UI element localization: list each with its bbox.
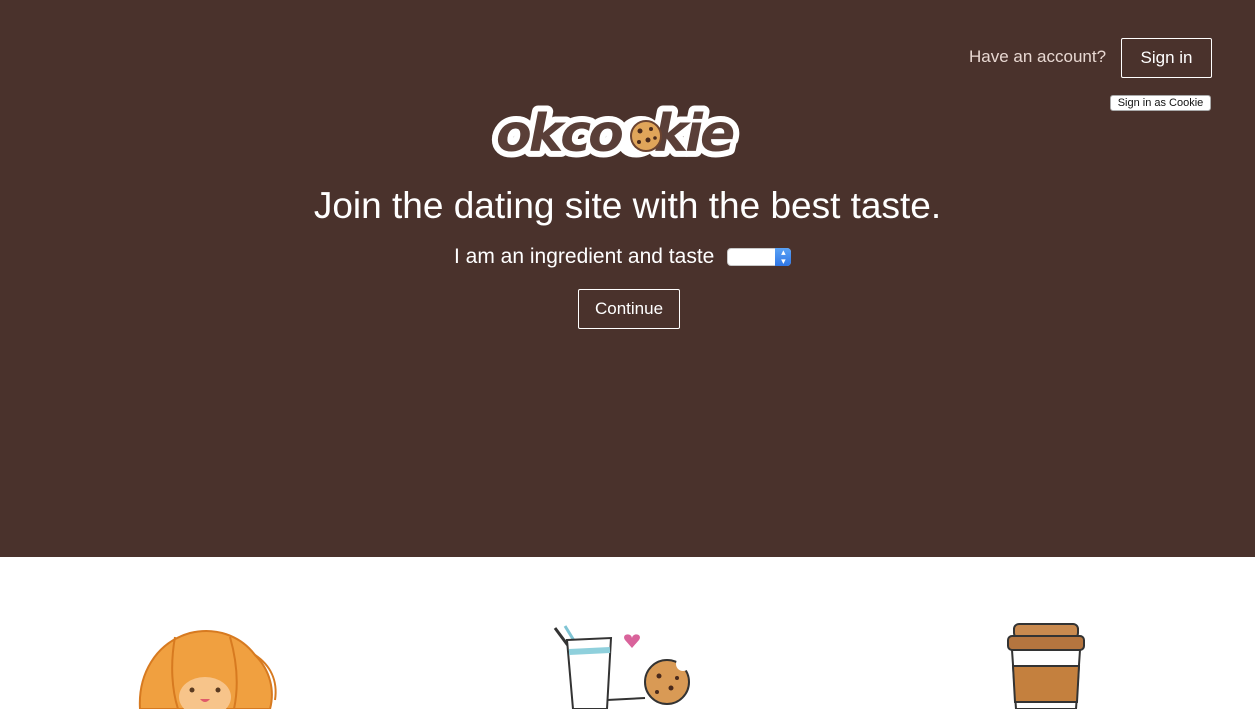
taste-select[interactable]: ▴ ▾ (727, 248, 792, 266)
continue-button[interactable]: Continue (578, 289, 680, 329)
okcookie-logo[interactable]: okcookie okcookie (488, 96, 760, 162)
hero-tagline: Join the dating site with the best taste… (313, 185, 942, 226)
hero-section: Have an account? Sign in Sign in as Cook… (0, 0, 1255, 557)
coffee-cup-illustration (1007, 623, 1085, 709)
sign-in-button[interactable]: Sign in (1121, 38, 1212, 78)
cookie-icon (630, 120, 662, 152)
ingredient-prompt-label: I am an ingredient and taste (454, 245, 715, 268)
ingredient-prompt-row: I am an ingredient and taste ▴ ▾ (454, 244, 792, 270)
select-arrows-icon: ▴ ▾ (775, 248, 792, 266)
sign-in-as-cookie-button[interactable]: Sign in as Cookie (1110, 95, 1211, 111)
milk-and-cookie-illustration (553, 625, 690, 709)
logo-wordmark: okcookie (496, 104, 734, 162)
have-account-text: Have an account? (969, 47, 1107, 66)
croissant-illustration (138, 630, 277, 709)
